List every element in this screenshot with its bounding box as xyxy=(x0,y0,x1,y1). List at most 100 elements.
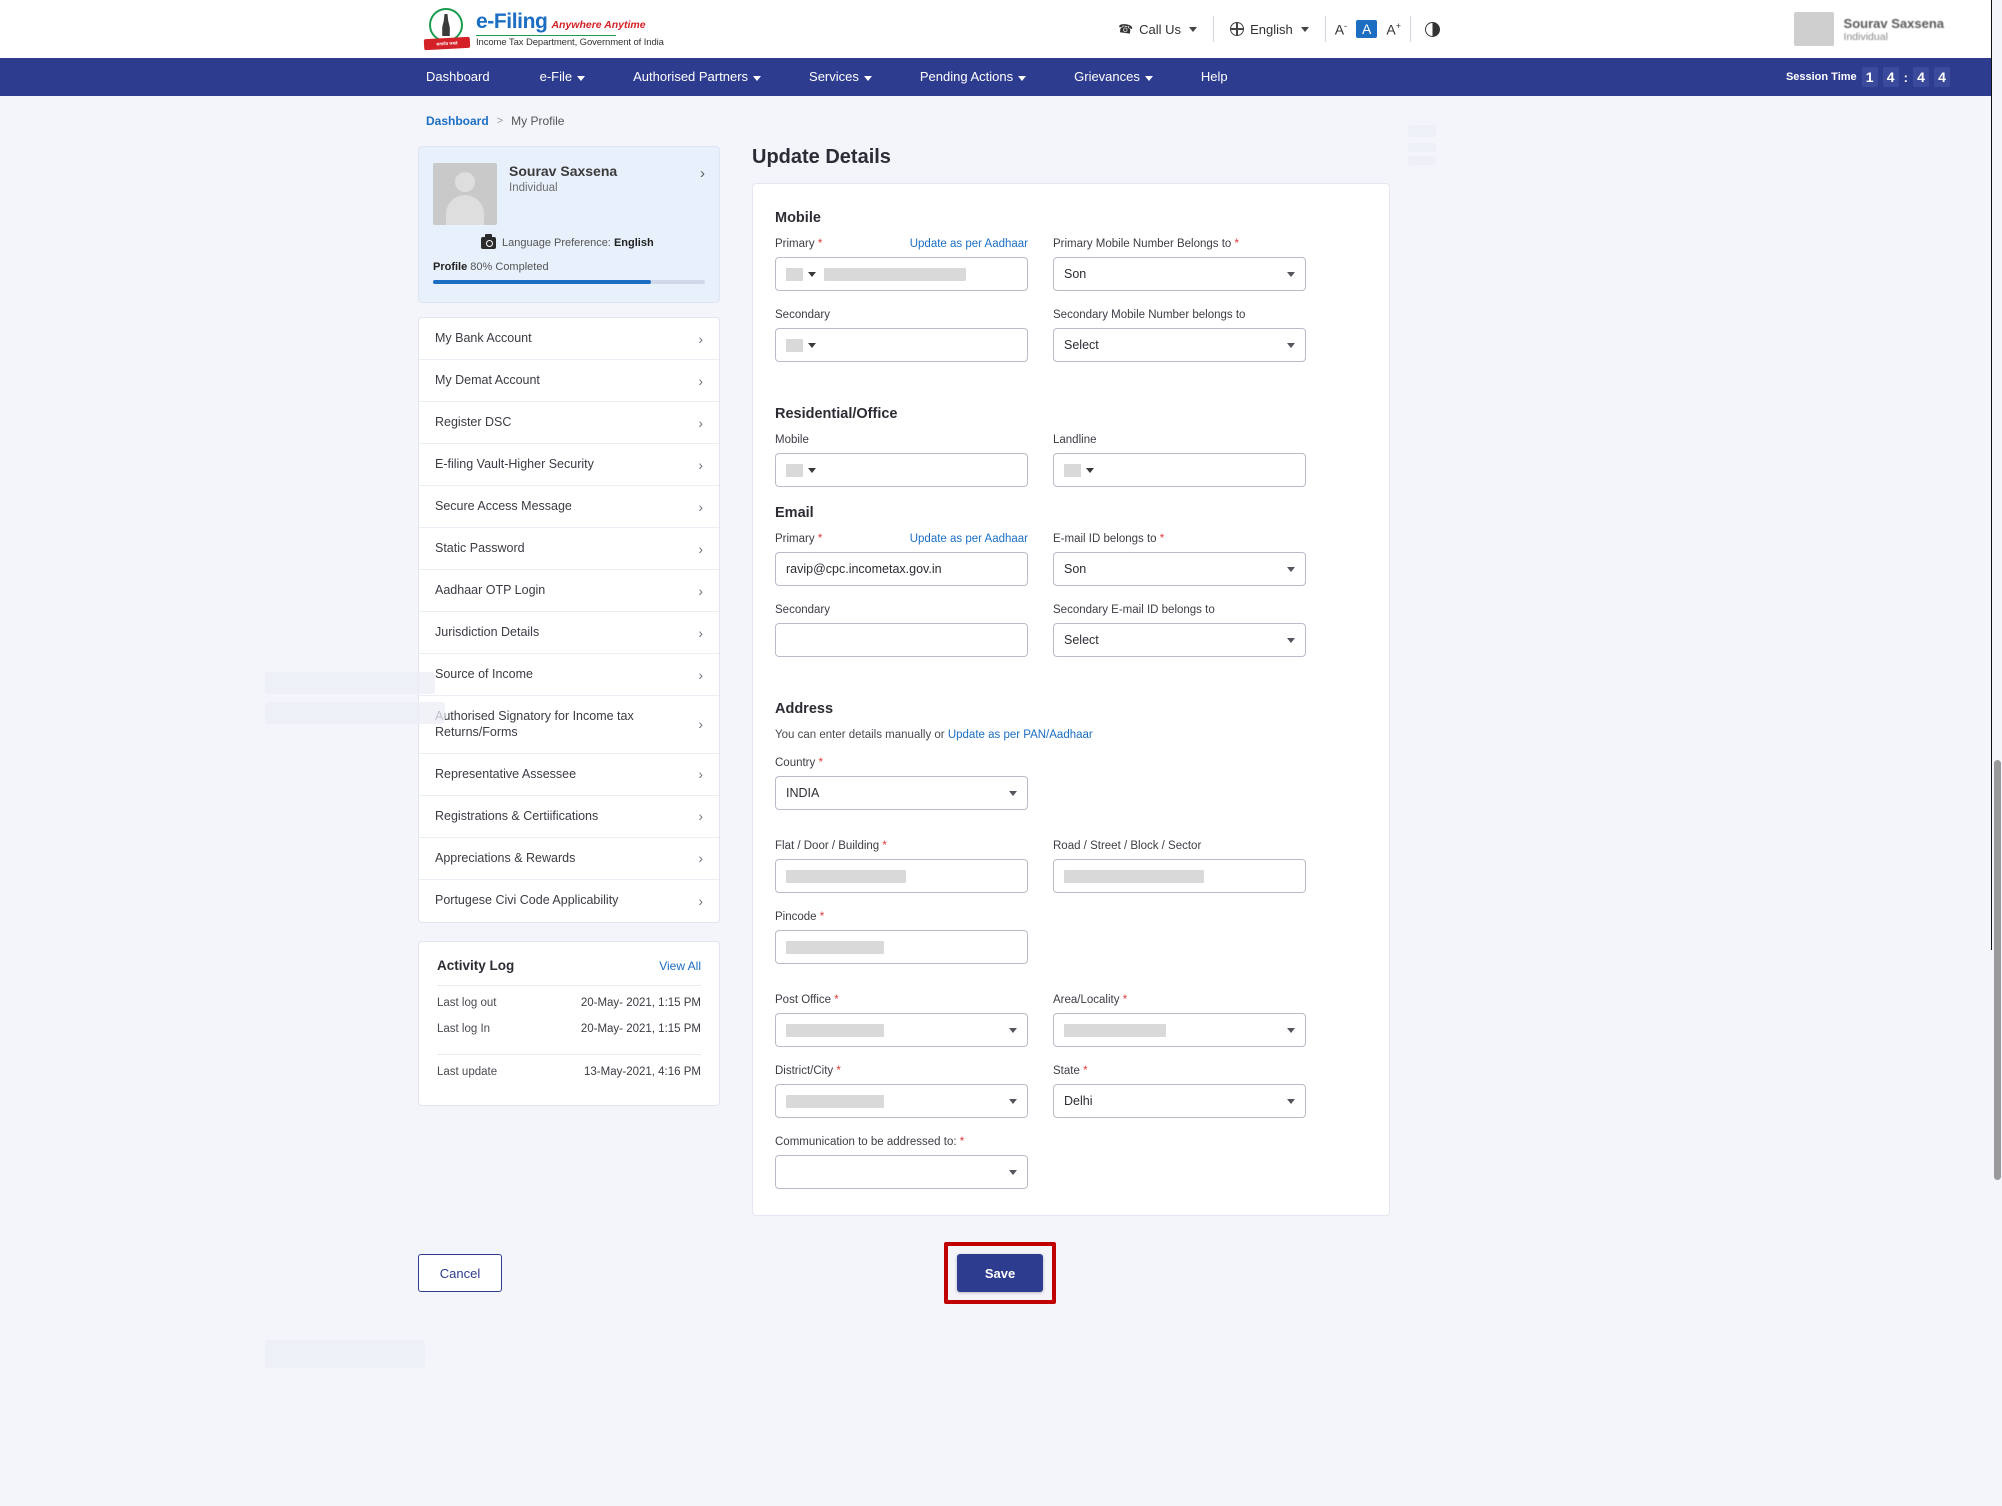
flat-door-building-field: Flat / Door / Building * xyxy=(775,840,1028,893)
chevron-down-icon xyxy=(1287,566,1295,572)
profile-summary-card[interactable]: Sourav Saxsena Individual › Language Pre… xyxy=(418,146,720,303)
residential-mobile-input[interactable] xyxy=(775,453,1028,487)
redacted-value xyxy=(786,869,906,883)
secondary-email-input[interactable] xyxy=(775,623,1028,657)
site-logo[interactable]: सत्यमेव जयते e-Filing Anywhere Anytime I… xyxy=(423,8,664,51)
camera-icon[interactable] xyxy=(481,234,496,249)
post-office-field: Post Office * xyxy=(775,994,1028,1047)
district-city-select[interactable] xyxy=(775,1084,1028,1118)
chevron-right-icon[interactable]: › xyxy=(700,165,705,182)
activity-log-view-all-link[interactable]: View All xyxy=(659,959,701,973)
sidebar-item-label: Jurisdiction Details xyxy=(435,625,540,640)
logo-divider xyxy=(476,34,616,37)
redacted-value xyxy=(1064,869,1204,883)
nav-item-dashboard[interactable]: Dashboard xyxy=(426,58,516,96)
email-update-as-per-aadhaar-link[interactable]: Update as per Aadhaar xyxy=(910,533,1028,545)
country-select[interactable]: INDIA xyxy=(775,776,1028,810)
area-locality-select[interactable] xyxy=(1053,1013,1306,1047)
sidebar-item-jurisdiction-details[interactable]: Jurisdiction Details › xyxy=(419,612,719,654)
sidebar-item-registrations-certiifications[interactable]: Registrations & Certiifications › xyxy=(419,796,719,838)
sidebar-item-representative-assessee[interactable]: Representative Assessee › xyxy=(419,754,719,796)
primary-mobile-belongs-select[interactable]: Son xyxy=(1053,257,1306,291)
address-section-title: Address xyxy=(775,701,834,717)
residential-section-title: Residential/Office xyxy=(775,406,898,422)
sidebar-item-e-filing-vault-higher-security[interactable]: E-filing Vault-Higher Security › xyxy=(419,444,719,486)
selected-value: Select xyxy=(1064,633,1099,647)
activity-label: Last log out xyxy=(437,996,497,1009)
sidebar-item-source-of-income[interactable]: Source of Income › xyxy=(419,654,719,696)
breadcrumb-dashboard-link[interactable]: Dashboard xyxy=(426,114,489,128)
chevron-right-icon: › xyxy=(698,498,703,515)
communication-select[interactable] xyxy=(775,1155,1028,1189)
sidebar-item-aadhaar-otp-login[interactable]: Aadhaar OTP Login › xyxy=(419,570,719,612)
pincode-input[interactable] xyxy=(775,930,1028,964)
primary-email-input[interactable]: ravip@cpc.incometax.gov.in xyxy=(775,552,1028,586)
update-details-form: Mobile Primary * Update as per Aadhaar S… xyxy=(752,183,1390,1216)
required-marker: * xyxy=(818,757,823,769)
scrollbar-track[interactable] xyxy=(1992,0,2002,1506)
save-button[interactable]: Save xyxy=(957,1254,1043,1292)
user-account-block[interactable]: Sourav Saxsena Individual xyxy=(1793,0,1944,58)
sidebar-item-appreciations-rewards[interactable]: Appreciations & Rewards › xyxy=(419,838,719,880)
state-field: State * Delhi xyxy=(1053,1065,1306,1118)
landline-input[interactable] xyxy=(1053,453,1306,487)
scrollbar-thumb[interactable] xyxy=(1994,760,2001,1180)
chevron-down-icon xyxy=(1287,342,1295,348)
language-menu[interactable]: English xyxy=(1214,22,1325,37)
skeleton-block xyxy=(1408,143,1436,152)
district-label: District/City xyxy=(775,1065,834,1077)
font-normal-button[interactable]: A xyxy=(1356,20,1378,38)
nav-item-e-file[interactable]: e-File xyxy=(516,58,610,96)
sidebar-item-static-password[interactable]: Static Password › xyxy=(419,528,719,570)
cancel-button[interactable]: Cancel xyxy=(418,1254,502,1292)
flat-input[interactable] xyxy=(775,859,1028,893)
chevron-down-icon xyxy=(577,75,586,81)
road-input[interactable] xyxy=(1053,859,1306,893)
post-office-select[interactable] xyxy=(775,1013,1028,1047)
country-code-dropdown[interactable] xyxy=(786,463,816,477)
call-us-menu[interactable]: ☎ Call Us xyxy=(1102,21,1213,37)
primary-mobile-field: Primary * Update as per Aadhaar xyxy=(775,238,1028,291)
nav-item-grievances[interactable]: Grievances xyxy=(1050,58,1177,96)
sidebar-item-authorised-signatory-for-income-tax-returns-forms[interactable]: Authorised Signatory for Income tax Retu… xyxy=(419,696,719,754)
sidebar-item-my-bank-account[interactable]: My Bank Account › xyxy=(419,318,719,360)
secondary-mobile-input[interactable] xyxy=(775,328,1028,362)
nav-item-authorised-partners[interactable]: Authorised Partners xyxy=(609,58,785,96)
required-marker: * xyxy=(959,1136,965,1148)
sidebar-item-register-dsc[interactable]: Register DSC › xyxy=(419,402,719,444)
activity-log-row: Last update 13-May-2021, 4:16 PM xyxy=(437,1059,701,1085)
font-increase-button[interactable]: A+ xyxy=(1377,21,1410,38)
secondary-mobile-label: Secondary xyxy=(775,309,830,321)
header-utilities: ☎ Call Us English A- A A+ xyxy=(1102,16,1454,42)
road-label: Road / Street / Block / Sector xyxy=(1053,840,1202,852)
secondary-email-belongs-select[interactable]: Select xyxy=(1053,623,1306,657)
nav-item-services[interactable]: Services xyxy=(785,58,896,96)
residential-mobile-field: Mobile xyxy=(775,434,1028,487)
sidebar-item-label: Representative Assessee xyxy=(435,766,577,781)
chevron-down-icon xyxy=(1189,26,1198,32)
country-code-dropdown[interactable] xyxy=(786,338,816,352)
state-select[interactable]: Delhi xyxy=(1053,1084,1306,1118)
email-belongs-select[interactable]: Son xyxy=(1053,552,1306,586)
country-label: Country xyxy=(775,757,816,769)
std-code-dropdown[interactable] xyxy=(1064,463,1094,477)
required-marker: * xyxy=(1083,1065,1088,1077)
primary-mobile-input[interactable] xyxy=(775,257,1028,291)
sidebar-item-my-demat-account[interactable]: My Demat Account › xyxy=(419,360,719,402)
save-button-highlight: Save xyxy=(944,1242,1056,1304)
nav-item-label: e-File xyxy=(539,69,573,84)
country-code-dropdown[interactable] xyxy=(786,267,816,281)
redacted-value xyxy=(786,1094,884,1108)
mobile-update-as-per-aadhaar-link[interactable]: Update as per Aadhaar xyxy=(910,238,1028,250)
sidebar-item-label: My Bank Account xyxy=(435,331,532,346)
nav-item-pending-actions[interactable]: Pending Actions xyxy=(896,58,1050,96)
sidebar-item-portugese-civi-code-applicability[interactable]: Portugese Civi Code Applicability › xyxy=(419,880,719,922)
chevron-right-icon: › xyxy=(698,766,703,782)
secondary-mobile-belongs-select[interactable]: Select xyxy=(1053,328,1306,362)
font-decrease-button[interactable]: A- xyxy=(1326,21,1356,38)
nav-item-help[interactable]: Help xyxy=(1177,58,1252,96)
contrast-toggle-icon[interactable] xyxy=(1425,21,1440,37)
sidebar-item-secure-access-message[interactable]: Secure Access Message › xyxy=(419,486,719,528)
update-as-per-pan-aadhaar-link[interactable]: Update as per PAN/Aadhaar xyxy=(948,729,1093,741)
communication-addressed-field: Communication to be addressed to: * xyxy=(775,1136,1028,1189)
